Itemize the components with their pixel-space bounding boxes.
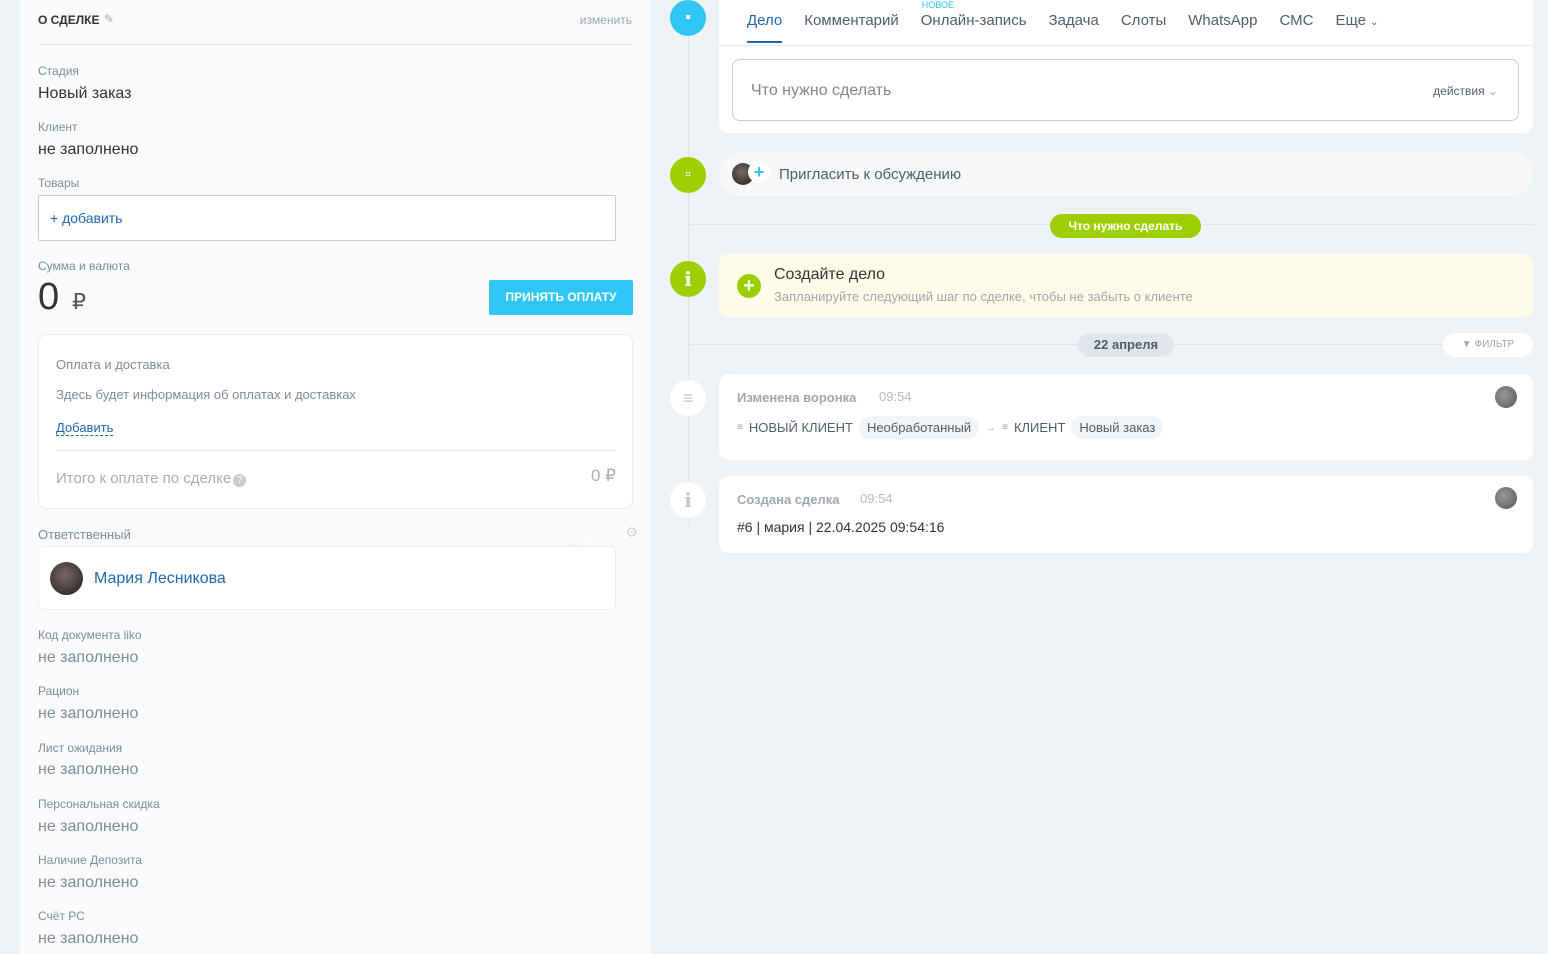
avatar[interactable] (50, 562, 83, 595)
to-stage: Новый заказ (1071, 416, 1164, 439)
gear-icon[interactable]: ⚙ (625, 524, 638, 541)
add-product-button[interactable]: + добавить (38, 195, 616, 241)
create-activity-card[interactable]: + Создайте дело Запланируйте следующий ш… (719, 254, 1533, 317)
payment-add-link[interactable]: Добавить (56, 420, 114, 436)
products-label: Товары (38, 176, 80, 190)
sum-amount: 0 (38, 276, 60, 318)
field-label: Рацион (38, 684, 80, 698)
tab-delo[interactable]: Дело (747, 0, 783, 43)
stage-value[interactable]: Новый заказ (38, 85, 131, 103)
info-icon: i (670, 261, 706, 297)
payment-card: Оплата и доставка Здесь будет информация… (38, 334, 633, 509)
tab-more-label: Еще (1335, 12, 1366, 29)
funnel-icon: ≡ (737, 422, 743, 433)
activity-editor: Дело Комментарий Онлайн-запись НОВОЕ Зада… (719, 0, 1533, 133)
activity-tabs: Дело Комментарий Онлайн-запись НОВОЕ Зада… (747, 0, 1401, 43)
chevron-down-icon: ⌄ (1487, 84, 1498, 98)
tab-sms[interactable]: СМС (1279, 0, 1313, 43)
total-label: Итого к оплате по сделке? (56, 470, 247, 487)
edit-link[interactable]: изменить (580, 13, 632, 27)
filter-icon: ▼ (1461, 339, 1472, 350)
event-deal-created: Создана сделка 09:54 #6 | мария | 22.04.… (719, 476, 1533, 553)
actions-dropdown[interactable]: действия ⌄ (1433, 84, 1498, 98)
invite-bar[interactable]: + Пригласить к обсуждению (719, 152, 1533, 196)
event-time: 09:54 (879, 389, 912, 404)
field-value[interactable]: не заполнено (38, 705, 138, 723)
tab-online-booking[interactable]: Онлайн-запись НОВОЕ (921, 0, 1027, 43)
filter-button[interactable]: ▼ ФИЛЬТР (1443, 333, 1533, 357)
divider (38, 44, 632, 45)
section-title: О СДЕЛКЕ (38, 13, 100, 27)
avatar[interactable] (1495, 487, 1517, 509)
avatar[interactable] (1495, 386, 1517, 408)
accept-payment-button[interactable]: ПРИНЯТЬ ОПЛАТУ (489, 280, 633, 315)
create-title: Создайте дело (774, 266, 886, 283)
event-body: #6 | мария | 22.04.2025 09:54:16 (737, 519, 945, 535)
info-icon: i (670, 482, 706, 518)
event-time: 09:54 (860, 491, 893, 506)
divider (56, 450, 615, 451)
chat-icon: ▪ (670, 0, 706, 36)
comment-icon: ▫ (670, 157, 706, 193)
field-value[interactable]: не заполнено (38, 761, 138, 779)
responsible-label: Ответственный (38, 527, 131, 542)
field-label: Наличие Депозита (38, 853, 143, 867)
help-icon[interactable]: ? (233, 474, 247, 487)
tab-comment[interactable]: Комментарий (804, 0, 898, 43)
event-title: Создана сделка (737, 492, 840, 507)
filter-label: ФИЛЬТР (1474, 339, 1515, 350)
divider (719, 45, 1533, 46)
field-value[interactable]: не заполнено (38, 649, 138, 667)
funnel-change: ≡ НОВЫЙ КЛИЕНТ Необработанный → ≡ КЛИЕНТ… (737, 416, 1164, 439)
responsible-name[interactable]: Мария Лесникова (94, 570, 226, 588)
actions-label: действия (1433, 84, 1485, 98)
todo-placeholder: Что нужно сделать (751, 82, 892, 99)
tab-more[interactable]: Еще ⌄ (1335, 0, 1378, 43)
plus-icon[interactable]: + (748, 161, 770, 183)
field-label: Персональная скидка (38, 797, 160, 811)
field-value[interactable]: не заполнено (38, 930, 138, 948)
funnel-icon: ≡ (670, 380, 706, 416)
payment-title: Оплата и доставка (56, 357, 170, 372)
tab-slots[interactable]: Слоты (1121, 0, 1166, 43)
field-value[interactable]: не заполнено (38, 874, 138, 892)
to-funnel: КЛИЕНТ (1013, 420, 1066, 435)
plus-circle-icon[interactable]: + (737, 274, 761, 298)
sum-label: Сумма и валюта (38, 259, 130, 273)
client-label: Клиент (38, 120, 78, 134)
from-funnel: НОВЫЙ КЛИЕНТ (748, 420, 853, 435)
deal-info-panel: О СДЕЛКЕ ✎ изменить Стадия Новый заказ К… (20, 0, 650, 954)
payment-info: Здесь будет информация об оплатах и дост… (56, 387, 356, 402)
todo-divider-badge: Что нужно сделать (1050, 214, 1201, 238)
client-value[interactable]: не заполнено (38, 141, 138, 159)
field-value[interactable]: не заполнено (38, 818, 138, 836)
sum-currency[interactable]: ₽ (72, 289, 86, 315)
tab-task[interactable]: Задача (1049, 0, 1099, 43)
new-badge: НОВОЕ (921, 0, 954, 10)
tab-online-booking-label: Онлайн-запись (920, 12, 1027, 29)
arrow-right-icon: → (985, 421, 997, 434)
responsible-card: Мария Лесникова (38, 546, 616, 610)
tab-whatsapp[interactable]: WhatsApp (1188, 0, 1257, 43)
date-badge: 22 апреля (1078, 333, 1174, 357)
todo-input[interactable]: Что нужно сделать действия ⌄ (732, 59, 1519, 121)
invite-text[interactable]: Пригласить к обсуждению (779, 166, 961, 183)
event-funnel-changed: Изменена воронка 09:54 ≡ НОВЫЙ КЛИЕНТ Не… (719, 374, 1533, 460)
total-value: 0 ₽ (591, 466, 616, 485)
pencil-icon[interactable]: ✎ (104, 12, 114, 26)
create-subtitle: Запланируйте следующий шаг по сделке, чт… (774, 289, 1193, 304)
funnel-icon: ≡ (1002, 422, 1008, 433)
total-label-text: Итого к оплате по сделке (56, 470, 232, 487)
field-label: Лист ожидания (38, 741, 123, 755)
stage-label: Стадия (38, 64, 79, 78)
from-stage: Необработанный (858, 416, 980, 439)
field-label: Счёт РС (38, 909, 85, 923)
event-title: Изменена воронка (737, 390, 857, 405)
chevron-down-icon: ⌄ (1370, 17, 1379, 28)
field-label: Код документа liko (38, 628, 142, 642)
